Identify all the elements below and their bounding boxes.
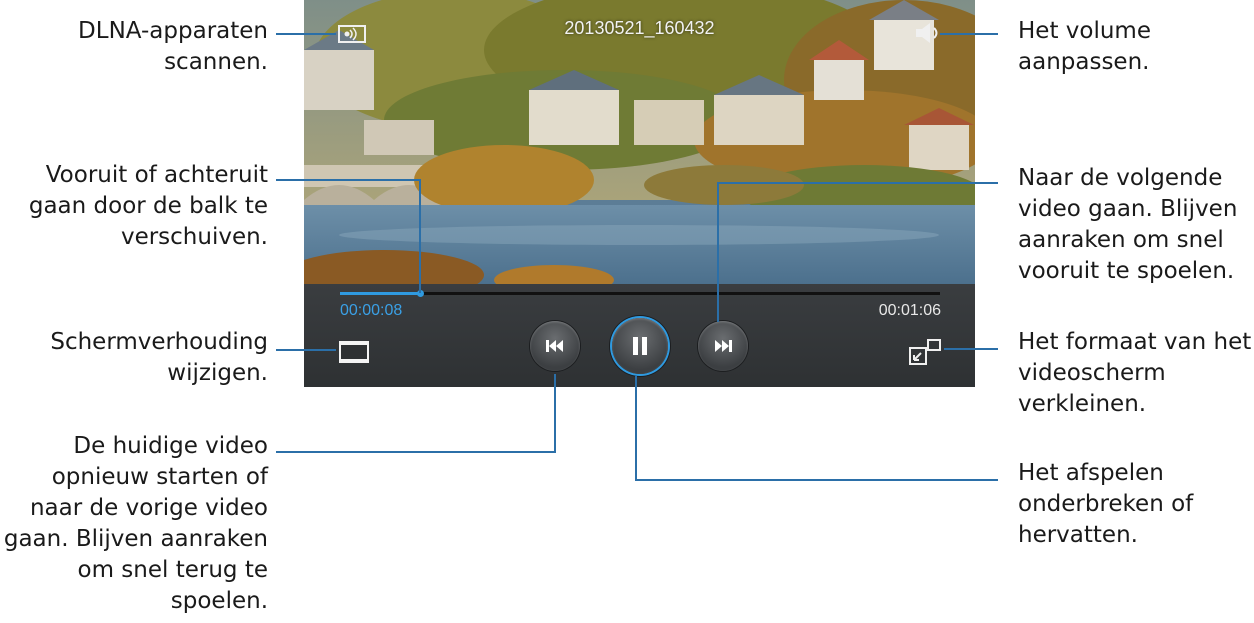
volume-icon[interactable] xyxy=(914,22,944,44)
callout-popup-player: Het formaat van het videoscherm verklein… xyxy=(1018,329,1252,417)
callout-volume: Het volume aanpassen. xyxy=(1018,18,1151,75)
previous-button[interactable] xyxy=(530,321,580,371)
pause-icon xyxy=(633,337,647,355)
aspect-ratio-icon[interactable] xyxy=(338,340,370,364)
previous-icon xyxy=(546,340,563,352)
pause-button[interactable] xyxy=(612,318,668,374)
callout-aspect-ratio: Schermverhouding wijzigen. xyxy=(50,329,268,386)
progress-thumb[interactable] xyxy=(417,290,424,297)
video-title: 20130521_160432 xyxy=(564,18,715,38)
video-player-screen: 20130521_160432 00:00:08 00:01:06 xyxy=(304,0,975,387)
progress-fill xyxy=(340,292,420,295)
progress-bar[interactable] xyxy=(340,290,940,297)
callout-next: Naar de volgende video gaan. Blijven aan… xyxy=(1018,165,1238,284)
elapsed-time: 00:00:08 xyxy=(340,302,403,319)
callout-seek: Vooruit of achteruit gaan door de balk t… xyxy=(28,162,268,250)
next-button[interactable] xyxy=(698,321,748,371)
callout-pause: Het afspelen onderbreken of hervatten. xyxy=(1018,460,1194,548)
callout-dlna: DLNA-apparaten scannen. xyxy=(78,18,268,75)
callout-previous: De huidige video opnieuw starten of naar… xyxy=(3,433,268,614)
leader-pause xyxy=(635,376,998,481)
popup-player-icon[interactable] xyxy=(908,338,942,366)
control-panel: 00:00:08 00:01:06 xyxy=(304,284,975,387)
next-icon xyxy=(715,340,732,352)
total-time: 00:01:06 xyxy=(878,302,941,319)
